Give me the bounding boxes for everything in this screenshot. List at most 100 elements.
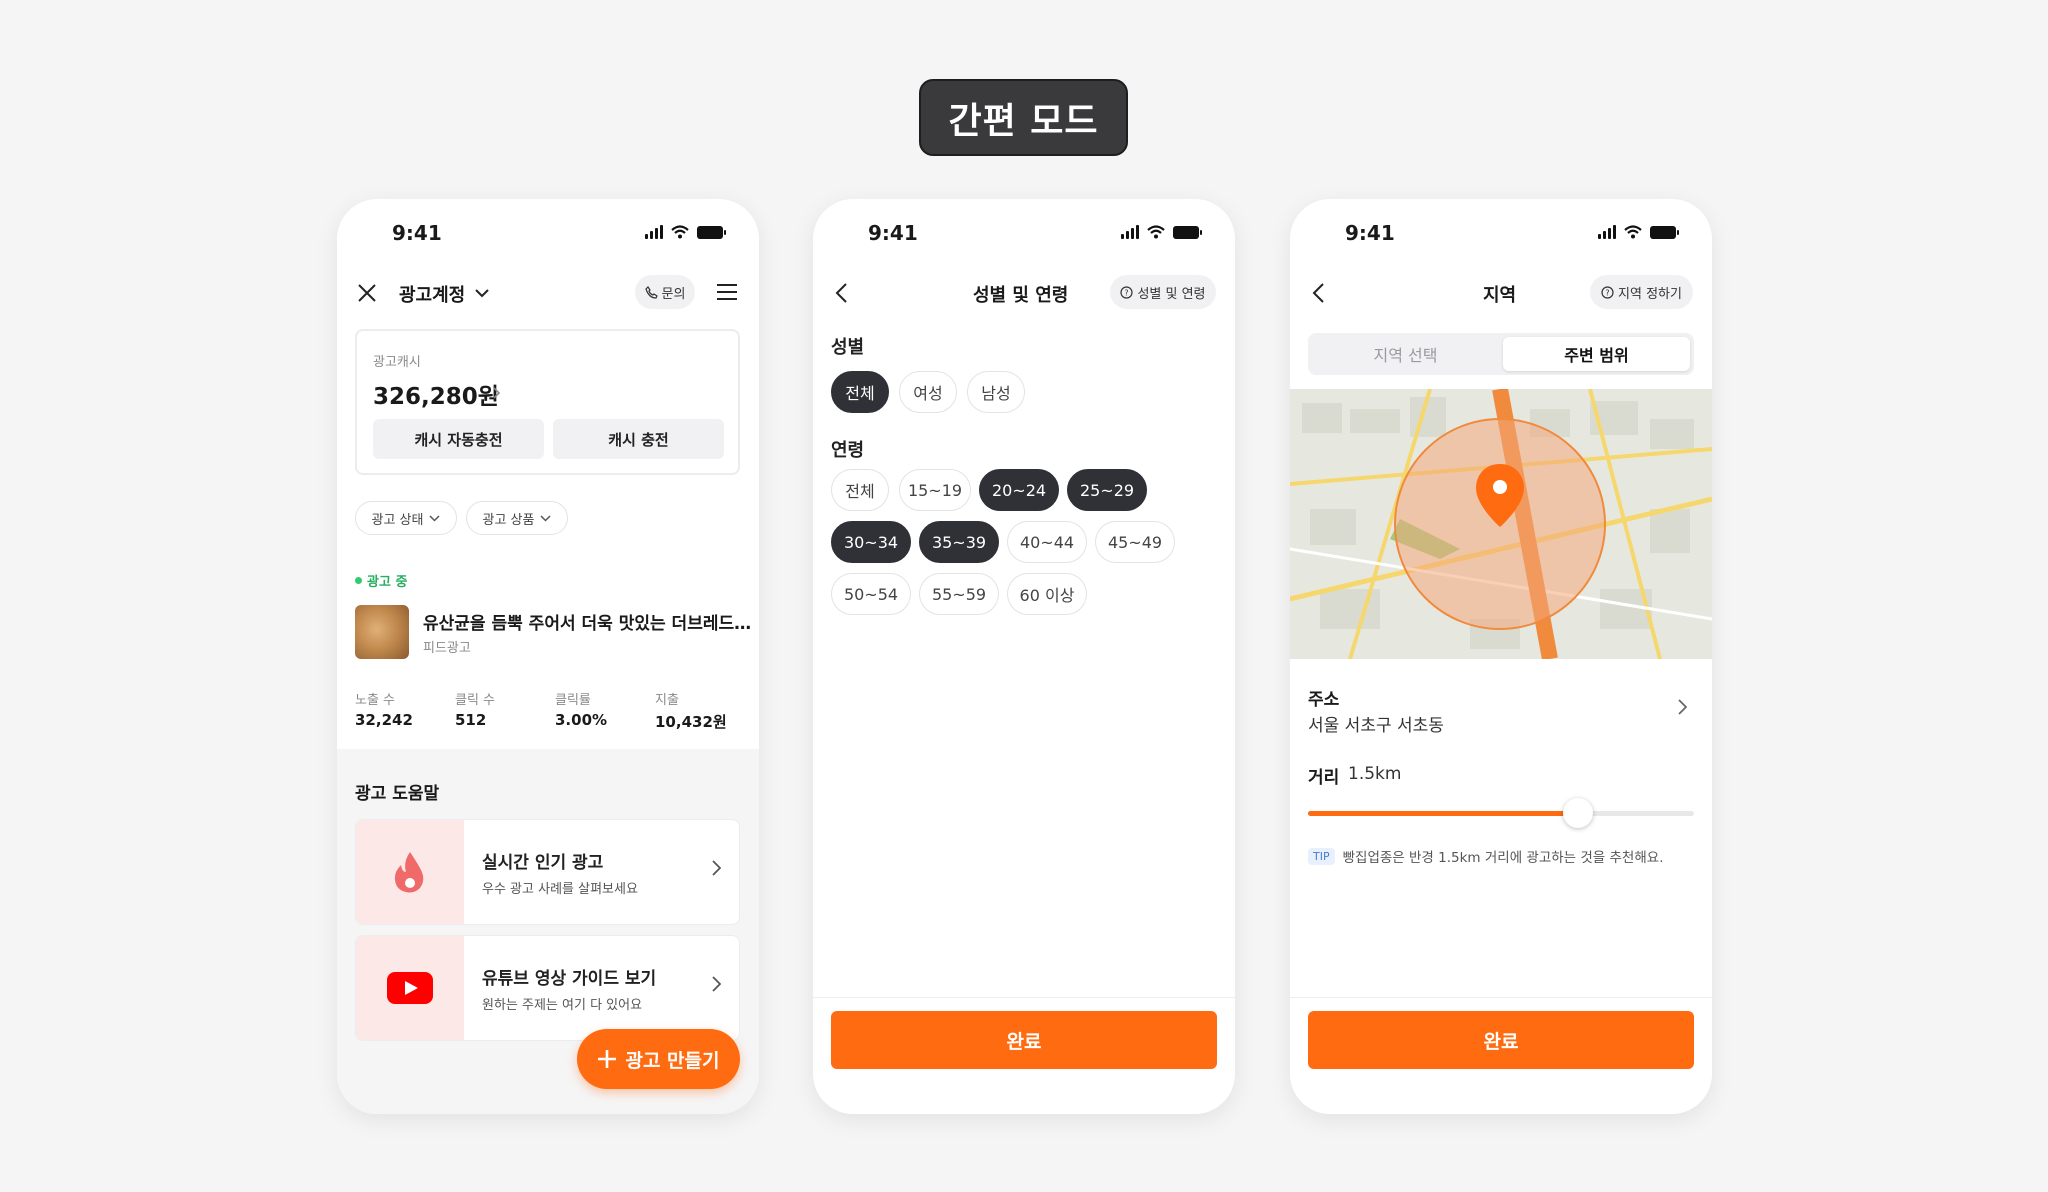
option-pill[interactable]: 40~44 [1007, 521, 1087, 563]
help-thumb [356, 936, 464, 1040]
tab-region-select[interactable]: 지역 선택 [1312, 337, 1499, 371]
ad-thumbnail[interactable] [355, 605, 409, 659]
close-icon[interactable] [357, 283, 377, 303]
divider [1290, 997, 1712, 998]
done-button[interactable]: 완료 [831, 1011, 1217, 1069]
option-pill[interactable]: 30~34 [831, 521, 911, 563]
plus-icon [598, 1050, 617, 1068]
cash-card: 광고캐시 326,280원 캐시 자동충전 캐시 충전 [355, 329, 740, 475]
help-title: 광고 도움말 [355, 784, 440, 804]
distance-label: 거리 [1308, 768, 1340, 788]
create-ad-fab[interactable]: 광고 만들기 [577, 1029, 740, 1089]
phone-ad-account: 9:41 광고계정 문의 광고캐시 326,280원 캐시 자동충전 캐시 충전… [337, 199, 759, 1114]
option-pill[interactable]: 55~59 [919, 573, 999, 615]
age-label: 연령 [831, 440, 865, 461]
back-icon[interactable] [835, 283, 847, 303]
option-pill[interactable]: 45~49 [1095, 521, 1175, 563]
help-card-title: 실시간 인기 광고 [482, 853, 604, 873]
help-chip[interactable]: ? 성별 및 연령 [1110, 275, 1216, 309]
signal-icon [645, 225, 663, 239]
option-pill[interactable]: 25~29 [1067, 469, 1147, 511]
phone-region: 9:41 지역 ? 지역 정하기 지역 선택 주변 범위 주소 서울 서초구 서… [1290, 199, 1712, 1114]
stat-value: 10,432원 [655, 713, 727, 731]
ad-state-label: 광고 중 [367, 575, 408, 590]
svg-text:?: ? [1125, 288, 1129, 297]
tip-text: 빵집업종은 반경 1.5km 거리에 광고하는 것을 추천해요. [1342, 850, 1664, 866]
help-card-popular[interactable]: 실시간 인기 광고 우수 광고 사례를 살펴보세요 [355, 819, 740, 925]
charge-button[interactable]: 캐시 충전 [553, 419, 724, 459]
chevron-right-icon[interactable] [1678, 699, 1687, 715]
help-chip-label: 지역 정하기 [1618, 286, 1682, 302]
filter-status-label: 광고 상태 [371, 512, 424, 528]
battery-icon [1173, 225, 1202, 239]
ad-status-badge: 광고 중 [355, 571, 407, 590]
stat-value: 3.00% [555, 711, 608, 729]
battery-icon [1650, 225, 1679, 239]
chevron-right-icon [712, 976, 721, 992]
menu-icon[interactable] [716, 282, 738, 302]
stat-value: 512 [455, 711, 487, 729]
option-pill[interactable]: 35~39 [919, 521, 999, 563]
stat-label: 클릭률 [555, 693, 591, 708]
chevron-right-icon[interactable] [493, 387, 501, 399]
option-pill[interactable]: 남성 [967, 371, 1025, 413]
distance-slider[interactable] [1308, 798, 1694, 828]
signal-icon [1598, 225, 1616, 239]
help-card-youtube[interactable]: 유튜브 영상 가이드 보기 원하는 주제는 여기 다 있어요 [355, 935, 740, 1041]
mode-title: 간편 모드 [919, 79, 1128, 156]
account-title[interactable]: 광고계정 [399, 281, 465, 307]
help-card-title: 유튜브 영상 가이드 보기 [482, 969, 657, 989]
option-pill[interactable]: 전체 [831, 371, 889, 413]
navbar: 지역 ? 지역 정하기 [1290, 263, 1712, 323]
option-pill[interactable]: 50~54 [831, 573, 911, 615]
slider-fill [1308, 811, 1579, 816]
help-chip-label: 성별 및 연령 [1137, 286, 1206, 302]
status-bar: 9:41 [337, 199, 759, 269]
ad-title[interactable]: 유산균을 듬뿍 주어서 더욱 맛있는 더브레드… [423, 609, 751, 634]
map-view[interactable] [1290, 389, 1712, 659]
phone-icon [644, 285, 658, 299]
stat-label: 노출 수 [355, 693, 396, 708]
option-pill[interactable]: 15~19 [899, 469, 971, 511]
option-pill[interactable]: 60 이상 [1007, 573, 1087, 615]
chevron-down-icon [540, 514, 552, 522]
help-chip[interactable]: ? 지역 정하기 [1590, 275, 1693, 309]
status-bar: 9:41 [1290, 199, 1712, 269]
done-button[interactable]: 완료 [1308, 1011, 1694, 1069]
stat-label: 지출 [655, 693, 679, 708]
tab-nearby-range[interactable]: 주변 범위 [1503, 337, 1690, 371]
filter-status-dropdown[interactable]: 광고 상태 [355, 501, 457, 535]
chevron-right-icon [712, 860, 721, 876]
help-card-desc: 우수 광고 사례를 살펴보세요 [482, 882, 638, 897]
help-thumb [356, 820, 464, 924]
status-time: 9:41 [392, 221, 442, 245]
inquiry-button[interactable]: 문의 [635, 275, 695, 309]
auto-charge-button[interactable]: 캐시 자동충전 [373, 419, 544, 459]
question-icon: ? [1601, 285, 1614, 299]
youtube-icon [387, 972, 433, 1004]
option-pill[interactable]: 여성 [899, 371, 957, 413]
stat-value: 32,242 [355, 711, 413, 729]
status-bar: 9:41 [813, 199, 1235, 269]
back-icon[interactable] [1312, 283, 1324, 303]
fire-icon [394, 852, 424, 893]
option-pill[interactable]: 전체 [831, 469, 889, 511]
question-icon: ? [1120, 285, 1134, 299]
filter-product-label: 광고 상품 [482, 512, 535, 528]
address-value[interactable]: 서울 서초구 서초동 [1308, 711, 1444, 736]
slider-handle[interactable] [1563, 798, 1594, 828]
status-dot [355, 577, 362, 584]
signal-icon [1121, 225, 1139, 239]
wifi-icon [1624, 225, 1642, 239]
wifi-icon [671, 225, 689, 239]
navbar: 광고계정 문의 [337, 263, 759, 323]
inquiry-label: 문의 [661, 286, 686, 302]
help-card-desc: 원하는 주제는 여기 다 있어요 [482, 998, 643, 1013]
wifi-icon [1147, 225, 1165, 239]
chevron-down-icon[interactable] [475, 289, 489, 298]
status-time: 9:41 [1345, 221, 1395, 245]
option-pill[interactable]: 20~24 [979, 469, 1059, 511]
filter-product-dropdown[interactable]: 광고 상품 [466, 501, 568, 535]
page-title: 성별 및 연령 [973, 285, 1069, 306]
battery-icon [697, 225, 726, 239]
